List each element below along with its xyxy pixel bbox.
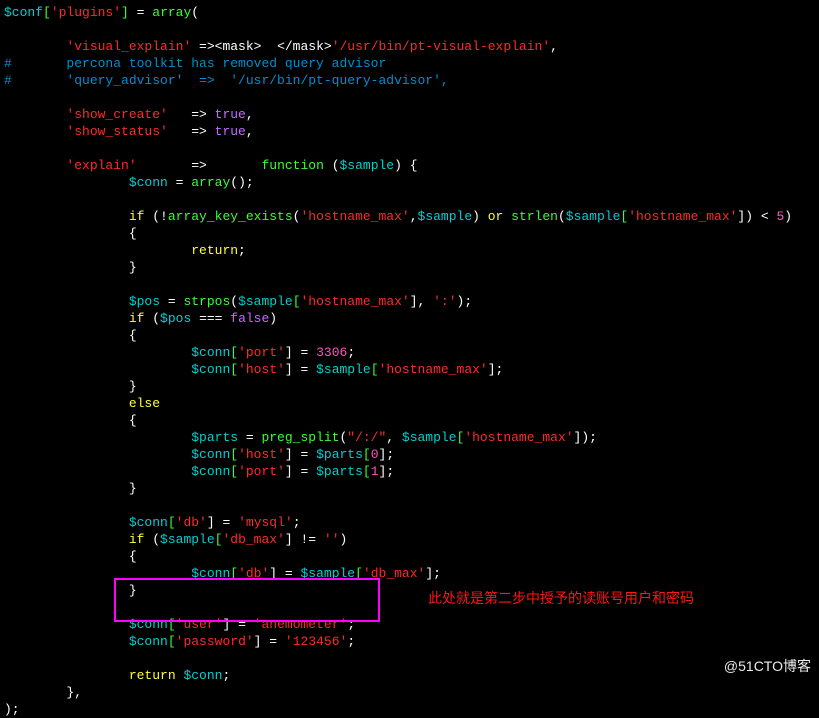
watermark: @51CTO博客 <box>724 658 811 675</box>
annotation-text: 此处就是第二步中授予的读账号用户和密码 <box>428 590 694 607</box>
code-block: $conf['plugins'] = array( 'visual_explai… <box>0 0 819 718</box>
